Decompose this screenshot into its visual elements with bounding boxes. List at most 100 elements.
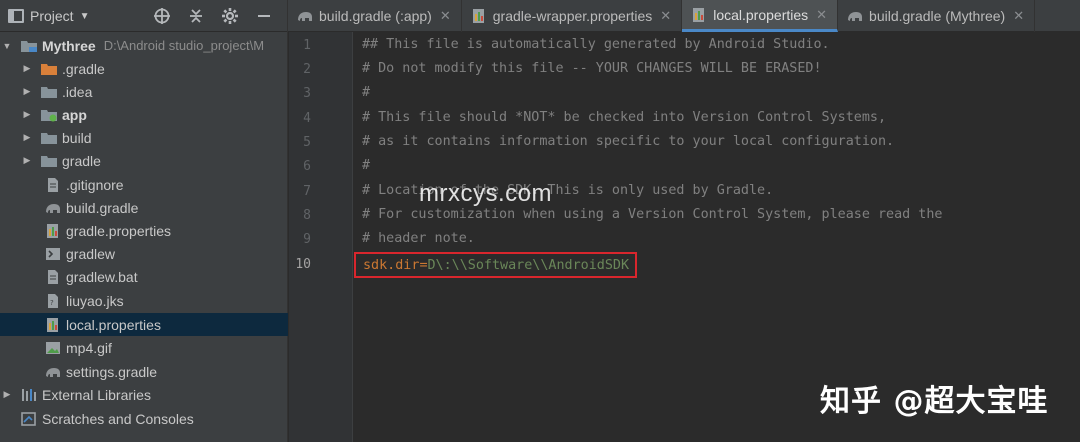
project-view-selector[interactable]: Project [30,8,74,24]
tree-item-dot-gradle[interactable]: ▶ .gradle [0,57,288,80]
chevron-right-icon[interactable]: ▶ [22,63,32,74]
line-number: 5 [303,135,311,150]
property-equals: = [419,257,428,273]
tree-item-build-gradle[interactable]: build.gradle [0,196,288,219]
close-icon[interactable]: ✕ [660,8,671,24]
minimize-icon[interactable] [255,7,273,25]
orange-folder-icon [40,61,58,77]
tree-item-liuyao-jks[interactable]: ? liuyao.jks [0,289,288,312]
tree-item-label: settings.gradle [66,363,158,380]
tree-item-label: gradlew [66,245,116,262]
module-folder-icon [20,38,38,54]
chevron-right-icon[interactable]: ▶ [22,132,32,143]
tree-item-label: Mythree [42,37,96,54]
tree-item-app[interactable]: ▶ app [0,103,288,126]
line-number-current: 10 [295,257,311,272]
line-number: 7 [303,184,311,199]
tree-item-build[interactable]: ▶ build [0,126,288,149]
properties-file-icon [693,7,705,22]
chevron-right-icon[interactable]: ▶ [22,109,32,120]
sdk-dir-line-highlight: sdk.dir = D\:\\Software\\AndroidSDK [354,252,638,278]
folder-icon [40,84,58,100]
property-value: D\:\\Software\\AndroidSDK [427,257,630,273]
tree-item-gitignore[interactable]: .gitignore [0,173,288,196]
tab-build-gradle-app[interactable]: build.gradle (:app) ✕ [288,0,462,32]
line-number: 6 [303,159,311,174]
scratches-icon [20,411,38,427]
chevron-right-icon[interactable]: ▶ [2,389,12,400]
gradle-elephant-icon [44,200,62,216]
tree-item-gradle[interactable]: ▶ gradle [0,149,288,172]
tree-item-scratches[interactable]: Scratches and Consoles [0,407,288,430]
tree-item-dot-idea[interactable]: ▶ .idea [0,80,288,103]
code-line: ## This file is automatically generated … [362,37,830,52]
tab-gradle-wrapper-properties[interactable]: gradle-wrapper.properties ✕ [462,0,683,32]
properties-file-icon [44,223,62,239]
tab-build-gradle-mythree[interactable]: build.gradle (Mythree) ✕ [838,0,1036,32]
tree-item-mp4-gif[interactable]: mp4.gif [0,336,288,359]
chevron-right-icon[interactable]: ▶ [22,86,32,97]
keystore-file-icon: ? [44,293,62,309]
project-panel-toolbar [153,7,287,25]
tree-item-label: gradlew.bat [66,268,138,285]
close-icon[interactable]: ✕ [440,8,451,24]
tree-item-label: Scratches and Consoles [42,410,194,427]
close-icon[interactable]: ✕ [816,7,827,23]
tree-item-gradlew-bat[interactable]: gradlew.bat [0,265,288,288]
line-number: 4 [303,111,311,126]
gradle-elephant-icon [44,364,62,380]
chevron-down-icon[interactable]: ▼ [2,41,12,51]
collapse-icon[interactable] [187,7,205,25]
author-watermark: 知乎 @超大宝哇 [820,384,1049,419]
gear-icon[interactable] [221,7,239,25]
code-line: # For customization when using a Version… [362,207,943,222]
terminal-file-icon [44,246,62,262]
tree-item-gradle-properties[interactable]: gradle.properties [0,219,288,242]
property-key: sdk.dir [363,257,420,273]
tab-label: gradle-wrapper.properties [492,8,653,24]
tree-item-label: gradle.properties [66,222,172,239]
code-line: # [362,85,371,100]
tab-local-properties[interactable]: local.properties ✕ [682,0,839,32]
tree-item-label: liuyao.jks [66,292,124,309]
site-watermark: mrxcys.com [419,180,552,207]
image-file-icon [44,340,62,356]
tree-item-label: app [62,106,87,123]
code-line: # This file should *NOT* be checked into… [362,110,887,125]
tab-label: local.properties [713,6,809,23]
svg-text:?: ? [50,299,54,307]
tree-item-label: build [62,129,92,146]
tree-item-mythree[interactable]: ▼ Mythree D:\Android studio_project\M [0,34,288,57]
code-line: # [362,158,371,173]
tree-item-settings-gradle[interactable]: settings.gradle [0,360,288,383]
crosshair-icon[interactable] [153,7,171,25]
properties-file-icon [44,317,62,333]
project-path: D:\Android studio_project\M [103,38,265,53]
chevron-right-icon[interactable]: ▶ [22,155,32,166]
chevron-down-icon[interactable]: ▼ [80,11,90,22]
project-tree: ▼ Mythree D:\Android studio_project\M ▶ … [0,32,288,442]
tree-item-label: local.properties [66,316,161,333]
tree-item-gradlew[interactable]: gradlew [0,242,288,265]
tree-item-label: .gradle [62,60,105,77]
close-icon[interactable]: ✕ [1013,8,1024,24]
line-number: 1 [303,38,311,53]
tree-item-external-libraries[interactable]: ▶ External Libraries [0,383,288,406]
tree-item-label: .gitignore [66,176,124,193]
tab-label: build.gradle (Mythree) [869,8,1006,24]
line-number: 3 [303,86,311,101]
tree-item-label: External Libraries [42,386,151,403]
line-number: 9 [303,232,311,247]
gradle-elephant-icon [298,12,312,21]
folder-icon [40,153,58,169]
code-line: # Do not modify this file -- YOUR CHANGE… [362,61,822,76]
tree-item-label: mp4.gif [66,339,112,356]
libraries-icon [20,387,38,403]
code-line: # header note. [362,231,475,246]
text-file-icon [44,269,62,285]
tree-item-label: gradle [62,152,101,169]
tree-item-local-properties[interactable]: local.properties [0,313,288,336]
tree-item-label: build.gradle [66,199,139,216]
editor-tabs: build.gradle (:app) ✕ gradle-wrapper.pro… [288,0,1080,32]
text-file-icon [44,177,62,193]
